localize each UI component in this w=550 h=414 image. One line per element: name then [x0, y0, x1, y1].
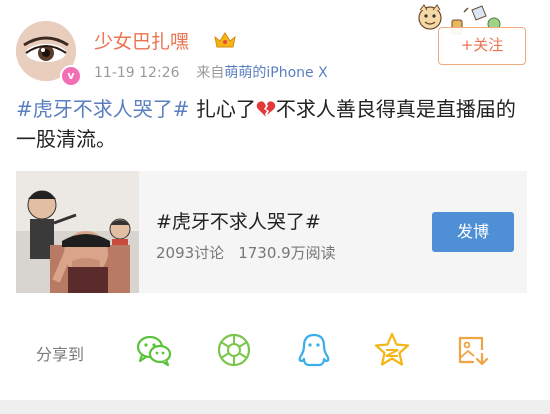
username[interactable]: 少女巴扎嘿	[94, 27, 189, 54]
topic-stats: 2093讨论 1730.9万阅读	[156, 242, 336, 263]
save-image-icon[interactable]	[452, 330, 492, 370]
follow-button[interactable]: +关注	[438, 27, 526, 65]
share-bar: 分享到	[0, 320, 550, 380]
vip-badge: v	[60, 65, 82, 87]
avatar[interactable]: v	[16, 21, 82, 87]
source-device-link[interactable]: 萌萌的iPhone X	[224, 65, 327, 81]
wechat-icon[interactable]	[134, 330, 174, 370]
share-label: 分享到	[36, 345, 85, 364]
qq-icon[interactable]	[294, 330, 334, 370]
bottom-divider	[0, 400, 550, 414]
source-prefix: 来自	[196, 65, 225, 81]
crown-icon	[214, 32, 236, 48]
topic-thumbnail	[16, 171, 139, 293]
post-hashtag-link[interactable]: #虎牙不求人哭了#	[16, 97, 190, 121]
broken-heart-icon	[256, 101, 276, 117]
post-meta: 11-19 12:26 来自萌萌的iPhone X	[94, 62, 328, 82]
discussion-count: 2093讨论	[156, 244, 225, 262]
moments-icon[interactable]	[214, 330, 254, 370]
timestamp: 11-19 12:26	[94, 65, 180, 81]
post-text: #虎牙不求人哭了# 扎心了 不求人善良得真是直播届的一股清流。	[16, 94, 526, 154]
topic-card[interactable]: #虎牙不求人哭了# 2093讨论 1730.9万阅读 发博	[16, 171, 527, 293]
qzone-icon[interactable]	[372, 330, 412, 370]
topic-title[interactable]: #虎牙不求人哭了#	[156, 207, 321, 234]
read-count: 1730.9万阅读	[238, 244, 336, 262]
post-text-part-1: 扎心了	[189, 97, 256, 121]
weibo-post: v 少女巴扎嘿 11-19 12:26 来自萌萌的iPhone X +关注 #虎…	[0, 0, 550, 414]
post-weibo-button[interactable]: 发博	[432, 212, 514, 252]
